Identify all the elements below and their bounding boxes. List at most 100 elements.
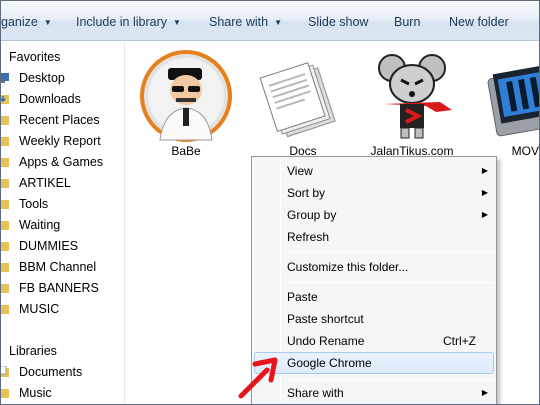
nav-item-dummies[interactable]: DUMMIES	[1, 236, 125, 256]
nav-item-music[interactable]: MUSIC	[1, 299, 125, 319]
nav-item-waiting[interactable]: Waiting	[1, 215, 125, 235]
nav-item-bbm-channel[interactable]: BBM Channel	[1, 257, 125, 277]
menu-item-label: Group by	[287, 208, 337, 222]
menu-item-group-by[interactable]: Group by ▶	[254, 204, 494, 226]
folder-icon	[1, 305, 9, 314]
menu-item-undo-rename[interactable]: Undo Rename Ctrl+Z	[254, 330, 494, 352]
libraries-label: Libraries	[9, 344, 57, 358]
nav-item-music-library[interactable]: Music	[1, 383, 125, 403]
menu-item-shortcut: Ctrl+Z	[443, 334, 476, 348]
nav-item-label: MUSIC	[19, 302, 60, 316]
command-bar: ganize ▼ Include in library ▼ Share with ▼ …	[1, 1, 539, 41]
organize-button[interactable]: ganize ▼	[1, 13, 52, 31]
favorites-label: Favorites	[9, 50, 61, 64]
submenu-arrow-icon: ▶	[481, 210, 488, 219]
documents-library-icon	[1, 366, 9, 377]
documents-icon	[259, 62, 336, 138]
desktop-icon	[1, 73, 9, 83]
menu-item-label: Sort by	[287, 186, 326, 200]
nav-libraries-header[interactable]: Libraries	[1, 341, 125, 361]
nav-item-label: BBM Channel	[19, 260, 97, 274]
jalantikus-mascot-thumbnail	[378, 54, 452, 139]
nav-item-tools[interactable]: Tools	[1, 194, 125, 214]
nav-item-documents[interactable]: Documents	[1, 362, 125, 382]
nav-item-label: Apps & Games	[19, 155, 104, 169]
nav-item-label: Documents	[19, 365, 83, 379]
folder-icon	[1, 242, 9, 251]
downloads-folder-icon	[1, 95, 9, 104]
navigation-pane: Favorites Desktop Downloads Recent Place…	[1, 42, 125, 404]
folder-icon	[1, 263, 9, 272]
nav-item-label: Desktop	[19, 71, 65, 85]
nav-item-artikel[interactable]: ARTIKEL	[1, 173, 125, 193]
context-menu: View ▶ Sort by ▶ Group by ▶ Refresh Cust…	[251, 156, 497, 404]
share-with-button[interactable]: Share with ▼	[209, 13, 282, 31]
menu-item-label: Google Chrome	[287, 356, 372, 370]
menu-item-label: Share with	[287, 386, 344, 400]
file-tile-jalantikus[interactable]: JalanTikus.com	[357, 46, 467, 166]
chevron-down-icon: ▼	[274, 18, 282, 27]
menu-separator	[284, 282, 494, 283]
folder-icon	[1, 221, 9, 230]
menu-item-refresh[interactable]: Refresh	[254, 226, 494, 248]
new-folder-button[interactable]: New folder	[449, 13, 509, 31]
nav-item-label: Tools	[19, 197, 49, 211]
menu-item-label: View	[287, 164, 313, 178]
chevron-down-icon: ▼	[173, 18, 181, 27]
folder-icon	[1, 158, 9, 167]
menu-item-label: Paste	[287, 290, 318, 304]
nav-item-recent-places[interactable]: Recent Places	[1, 110, 125, 130]
video-folder-icon	[487, 62, 539, 137]
recent-places-icon	[1, 116, 9, 125]
nav-item-downloads[interactable]: Downloads	[1, 89, 125, 109]
nav-item-desktop[interactable]: Desktop	[1, 68, 125, 88]
nav-item-label: Music	[19, 386, 52, 400]
share-with-label: Share with	[209, 15, 269, 29]
nav-item-apps-games[interactable]: Apps & Games	[1, 152, 125, 172]
music-library-icon	[1, 389, 9, 398]
menu-item-label: Undo Rename	[287, 334, 365, 348]
burn-label: Burn	[394, 15, 421, 29]
slide-show-button[interactable]: Slide show	[308, 13, 368, 31]
folder-icon	[1, 200, 9, 209]
new-folder-label: New folder	[449, 15, 509, 29]
folder-icon	[1, 137, 9, 146]
nav-item-label: Downloads	[19, 92, 81, 106]
submenu-arrow-icon: ▶	[481, 188, 488, 197]
submenu-arrow-icon: ▶	[481, 388, 488, 397]
menu-item-share-with[interactable]: Share with ▶	[254, 382, 494, 404]
menu-item-label: Customize this folder...	[287, 260, 409, 274]
menu-item-paste[interactable]: Paste	[254, 286, 494, 308]
nav-item-fb-banners[interactable]: FB BANNERS	[1, 278, 125, 298]
menu-item-paste-shortcut[interactable]: Paste shortcut	[254, 308, 494, 330]
nav-item-label: Waiting	[19, 218, 61, 232]
nav-item-label: ARTIKEL	[19, 176, 71, 190]
folder-icon	[1, 284, 9, 293]
file-tile-movie[interactable]: MOVIE	[476, 46, 539, 166]
include-in-library-label: Include in library	[76, 15, 168, 29]
folder-icon	[1, 179, 9, 188]
menu-item-google-chrome[interactable]: Google Chrome	[254, 352, 494, 374]
burn-button[interactable]: Burn	[394, 13, 420, 31]
nav-item-label: Weekly Report	[19, 134, 101, 148]
nav-item-label: Recent Places	[19, 113, 100, 127]
menu-item-sort-by[interactable]: Sort by ▶	[254, 182, 494, 204]
menu-item-label: Paste shortcut	[287, 312, 364, 326]
nav-favorites-header[interactable]: Favorites	[1, 47, 125, 67]
menu-separator	[284, 379, 494, 380]
chevron-down-icon: ▼	[43, 18, 52, 27]
nav-item-label: FB BANNERS	[19, 281, 99, 295]
red-arrow-icon	[238, 357, 278, 399]
file-tile-docs[interactable]: Docs	[248, 46, 358, 166]
submenu-arrow-icon: ▶	[481, 166, 488, 175]
file-label: BaBe	[171, 144, 201, 158]
nav-item-label: DUMMIES	[19, 239, 79, 253]
explorer-window: ganize ▼ Include in library ▼ Share with ▼ …	[0, 0, 540, 405]
include-in-library-button[interactable]: Include in library ▼	[76, 13, 181, 31]
menu-item-view[interactable]: View ▶	[254, 160, 494, 182]
nav-item-weekly-report[interactable]: Weekly Report	[1, 131, 125, 151]
organize-label: ganize	[1, 15, 38, 29]
menu-item-customize-folder[interactable]: Customize this folder...	[254, 256, 494, 278]
menu-separator	[284, 252, 494, 253]
file-tile-babe[interactable]: BaBe	[131, 46, 241, 166]
